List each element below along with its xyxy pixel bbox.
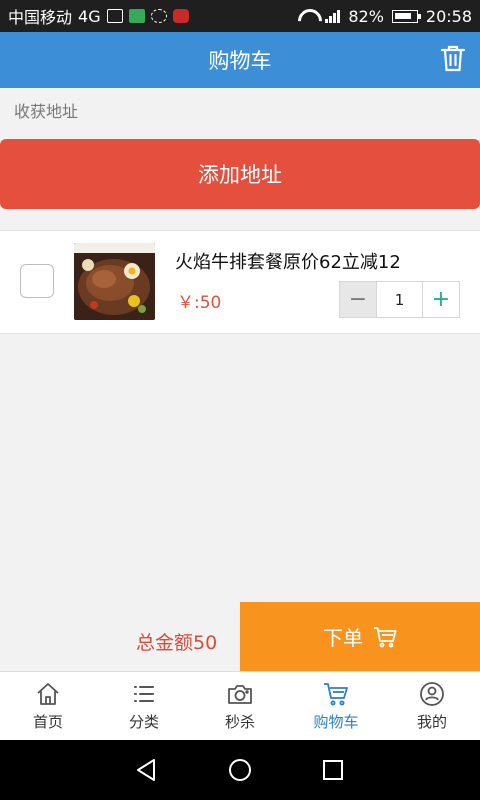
place-order-button[interactable]: 下单 [240,602,480,671]
signal-icon [325,9,341,23]
tab-category-label: 分类 [128,712,159,731]
cart-icon [374,626,397,647]
item-checkbox[interactable] [20,264,54,298]
status-bar: 中国移动 4G 82% 20:58 [0,0,480,32]
cart-icon [324,682,348,705]
clock: 20:58 [425,6,472,26]
tab-profile[interactable]: 我的 [384,672,480,740]
p-app-icon [128,9,145,23]
tab-cart-label: 购物车 [313,712,359,731]
recents-icon[interactable] [320,757,346,783]
total-amount: 总金额50 [136,632,218,654]
tab-flash-sale[interactable]: 秒杀 [192,672,288,740]
tab-flash-sale-label: 秒杀 [224,712,255,731]
quantity-value[interactable]: 1 [376,282,423,317]
bottom-tab-bar: 首页 分类 秒杀 购物车 我的 [0,671,480,740]
system-nav-bar [0,740,480,800]
network-label: 4G [78,6,101,26]
tab-home[interactable]: 首页 [0,672,96,740]
back-icon[interactable] [134,757,160,783]
camera-icon [228,684,252,704]
address-label: 收获地址 [14,102,79,121]
user-icon [420,681,444,706]
cart-item: 火焰牛排套餐原价62立减12 ￥:50 − 1 + [0,230,480,334]
page-title: 购物车 [208,49,272,73]
add-address-button[interactable]: 添加地址 [0,139,480,209]
product-price: ￥:50 [177,293,222,313]
wifi-icon [297,9,317,23]
battery-icon [391,9,421,23]
increase-button[interactable]: + [423,282,459,317]
carrier-label: 中国移动 [8,8,73,27]
weibo-icon [172,9,189,23]
product-name[interactable]: 火焰牛排套餐原价62立减12 [175,248,401,274]
decrease-button[interactable]: − [340,282,376,317]
quantity-stepper: − 1 + [339,281,460,318]
battery-percent: 82% [348,6,384,26]
sync-icon [150,9,167,23]
tab-cart[interactable]: 购物车 [288,672,384,740]
trash-icon[interactable] [440,44,466,72]
home-circle-icon[interactable] [227,757,253,783]
tab-profile-label: 我的 [416,712,447,731]
tab-category[interactable]: 分类 [96,672,192,740]
app-header: 购物车 [0,32,480,88]
tab-home-label: 首页 [32,712,63,731]
list-icon [134,685,154,702]
home-icon [37,682,59,705]
image-icon [106,9,123,23]
place-order-label: 下单 [323,626,363,650]
product-thumbnail[interactable] [74,243,155,320]
